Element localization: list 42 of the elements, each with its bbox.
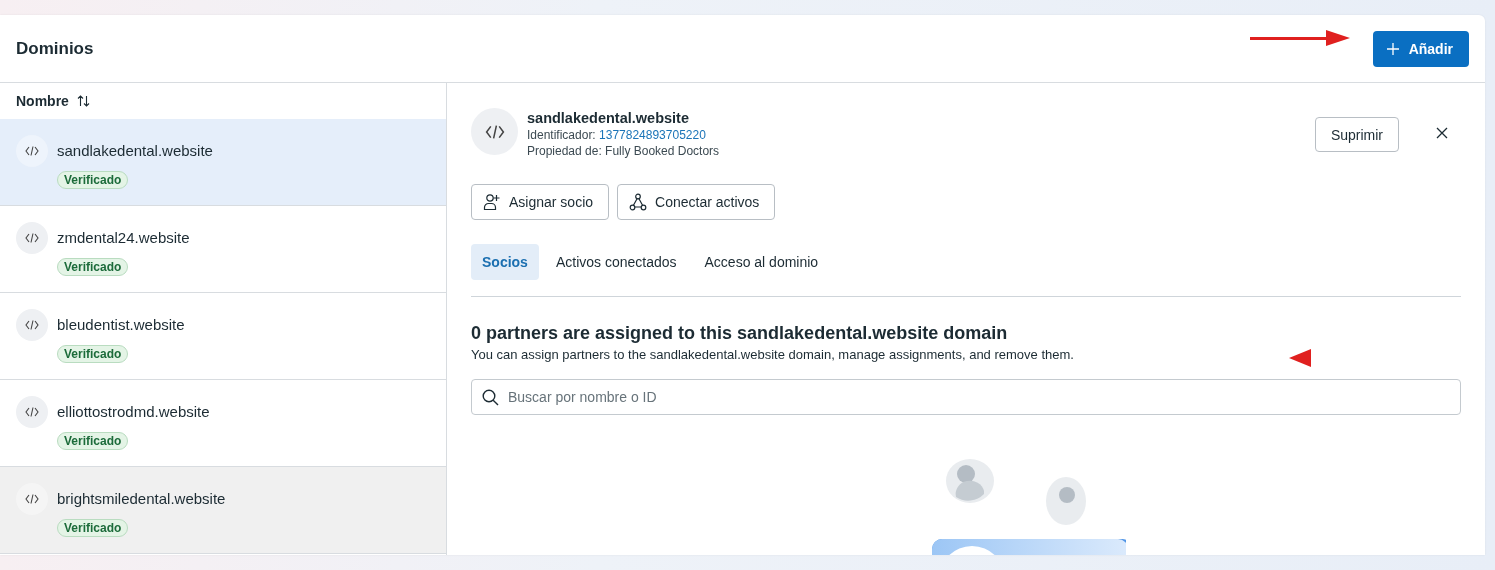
domain-list-item[interactable]: sandlakedental.website Verificado: [0, 119, 446, 206]
domain-name: sandlakedental.website: [57, 141, 214, 161]
search-field[interactable]: Buscar por nombre o ID: [471, 379, 1461, 415]
owner-text: Propiedad de: Fully Booked Doctors: [527, 143, 721, 159]
tab[interactable]: Activos conectados: [544, 244, 688, 280]
add-person-icon: [483, 193, 501, 211]
status-badge: Verificado: [57, 345, 129, 363]
plus-icon: [1386, 42, 1399, 55]
delete-button[interactable]: Suprimir: [1314, 117, 1399, 152]
domain-name: bleudentist.website: [57, 315, 186, 335]
domain-title: sandlakedental.website: [527, 109, 690, 127]
status-badge: Verificado: [57, 519, 129, 537]
status-badge: Verificado: [57, 171, 129, 189]
domain-name: zmdental24.website: [57, 228, 191, 248]
section-heading: 0 partners are assigned to this sandlakedental.website domain: [471, 322, 1009, 344]
code-icon: [25, 233, 39, 243]
code-icon: [484, 124, 505, 139]
identifier-link[interactable]: 1377824893705220: [599, 128, 706, 142]
add-button[interactable]: Añadir: [1372, 30, 1469, 67]
column-header[interactable]: Nombre: [16, 93, 69, 109]
code-icon: [25, 320, 39, 330]
close-icon[interactable]: [1436, 127, 1448, 139]
section-description: You can assign partners to the sandlakedental.website domain, manage assignments, and remove them.: [471, 347, 1074, 362]
assign-partner-button[interactable]: Asignar socio: [471, 184, 610, 220]
domain-name: elliottostrodmd.website: [57, 402, 211, 422]
page-title: Dominios: [16, 38, 94, 59]
sort-icon[interactable]: [76, 95, 90, 107]
domain-name: brightsmiledental.website: [57, 489, 227, 509]
status-badge: Verificado: [57, 432, 129, 450]
tab[interactable]: Acceso al dominio: [693, 244, 830, 280]
annotation-marker: [1289, 349, 1311, 367]
domain-list-item[interactable]: bleudentist.website Verificado: [0, 293, 446, 380]
domain-list-item[interactable]: zmdental24.website Verificado: [0, 206, 446, 293]
identifier-text: Identificador: 1377824893705220: [527, 127, 707, 143]
tab[interactable]: Socios: [471, 244, 539, 280]
code-icon: [25, 494, 39, 504]
status-badge: Verificado: [57, 258, 129, 276]
code-icon: [25, 146, 39, 156]
domain-list-item[interactable]: brightsmiledental.website Verificado: [0, 467, 446, 554]
network-icon: [629, 193, 648, 211]
connect-assets-button[interactable]: Conectar activos: [617, 184, 776, 220]
code-icon: [25, 407, 39, 417]
